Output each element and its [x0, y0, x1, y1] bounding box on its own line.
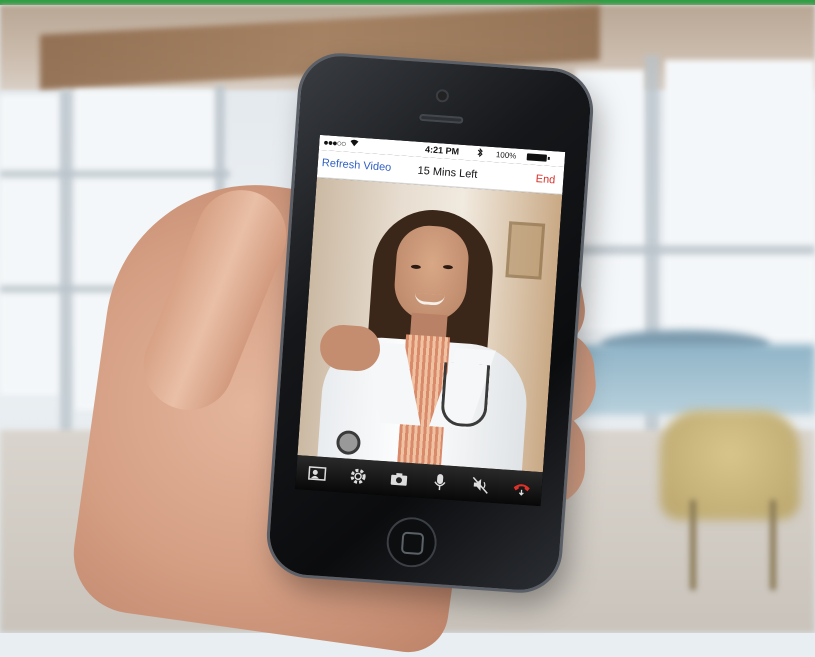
- sea-view: [560, 345, 815, 415]
- home-button-square: [401, 532, 424, 555]
- chair-leg: [690, 500, 696, 590]
- hang-up-icon[interactable]: [508, 475, 534, 501]
- window-pane: [665, 60, 815, 340]
- end-call-button[interactable]: End: [535, 173, 555, 186]
- phone-screen: ●●●○○ 4:21 PM 100% Refresh Video 15 Mins…: [295, 135, 565, 506]
- wall-picture: [505, 221, 545, 279]
- bluetooth-icon: [477, 148, 484, 159]
- window-mullion: [60, 90, 72, 450]
- video-feed: [297, 178, 562, 472]
- switch-camera-icon[interactable]: [304, 461, 330, 487]
- camera-icon[interactable]: [386, 466, 412, 492]
- smartphone: ●●●○○ 4:21 PM 100% Refresh Video 15 Mins…: [267, 54, 593, 593]
- refresh-video-button[interactable]: Refresh Video: [321, 157, 391, 174]
- battery-percent: 100%: [496, 150, 517, 160]
- battery-icon: [527, 153, 547, 161]
- window-mullion: [575, 245, 815, 255]
- armchair: [660, 410, 800, 520]
- microphone-icon[interactable]: [427, 469, 453, 495]
- window-pane: [0, 95, 60, 395]
- stethoscope: [440, 362, 490, 428]
- chair-leg: [770, 500, 776, 590]
- mute-speaker-icon[interactable]: [468, 472, 494, 498]
- window-mullion: [0, 170, 230, 178]
- doctor-hand: [319, 323, 382, 372]
- time-remaining-label: 15 Mins Left: [417, 165, 478, 181]
- settings-icon[interactable]: [345, 464, 371, 490]
